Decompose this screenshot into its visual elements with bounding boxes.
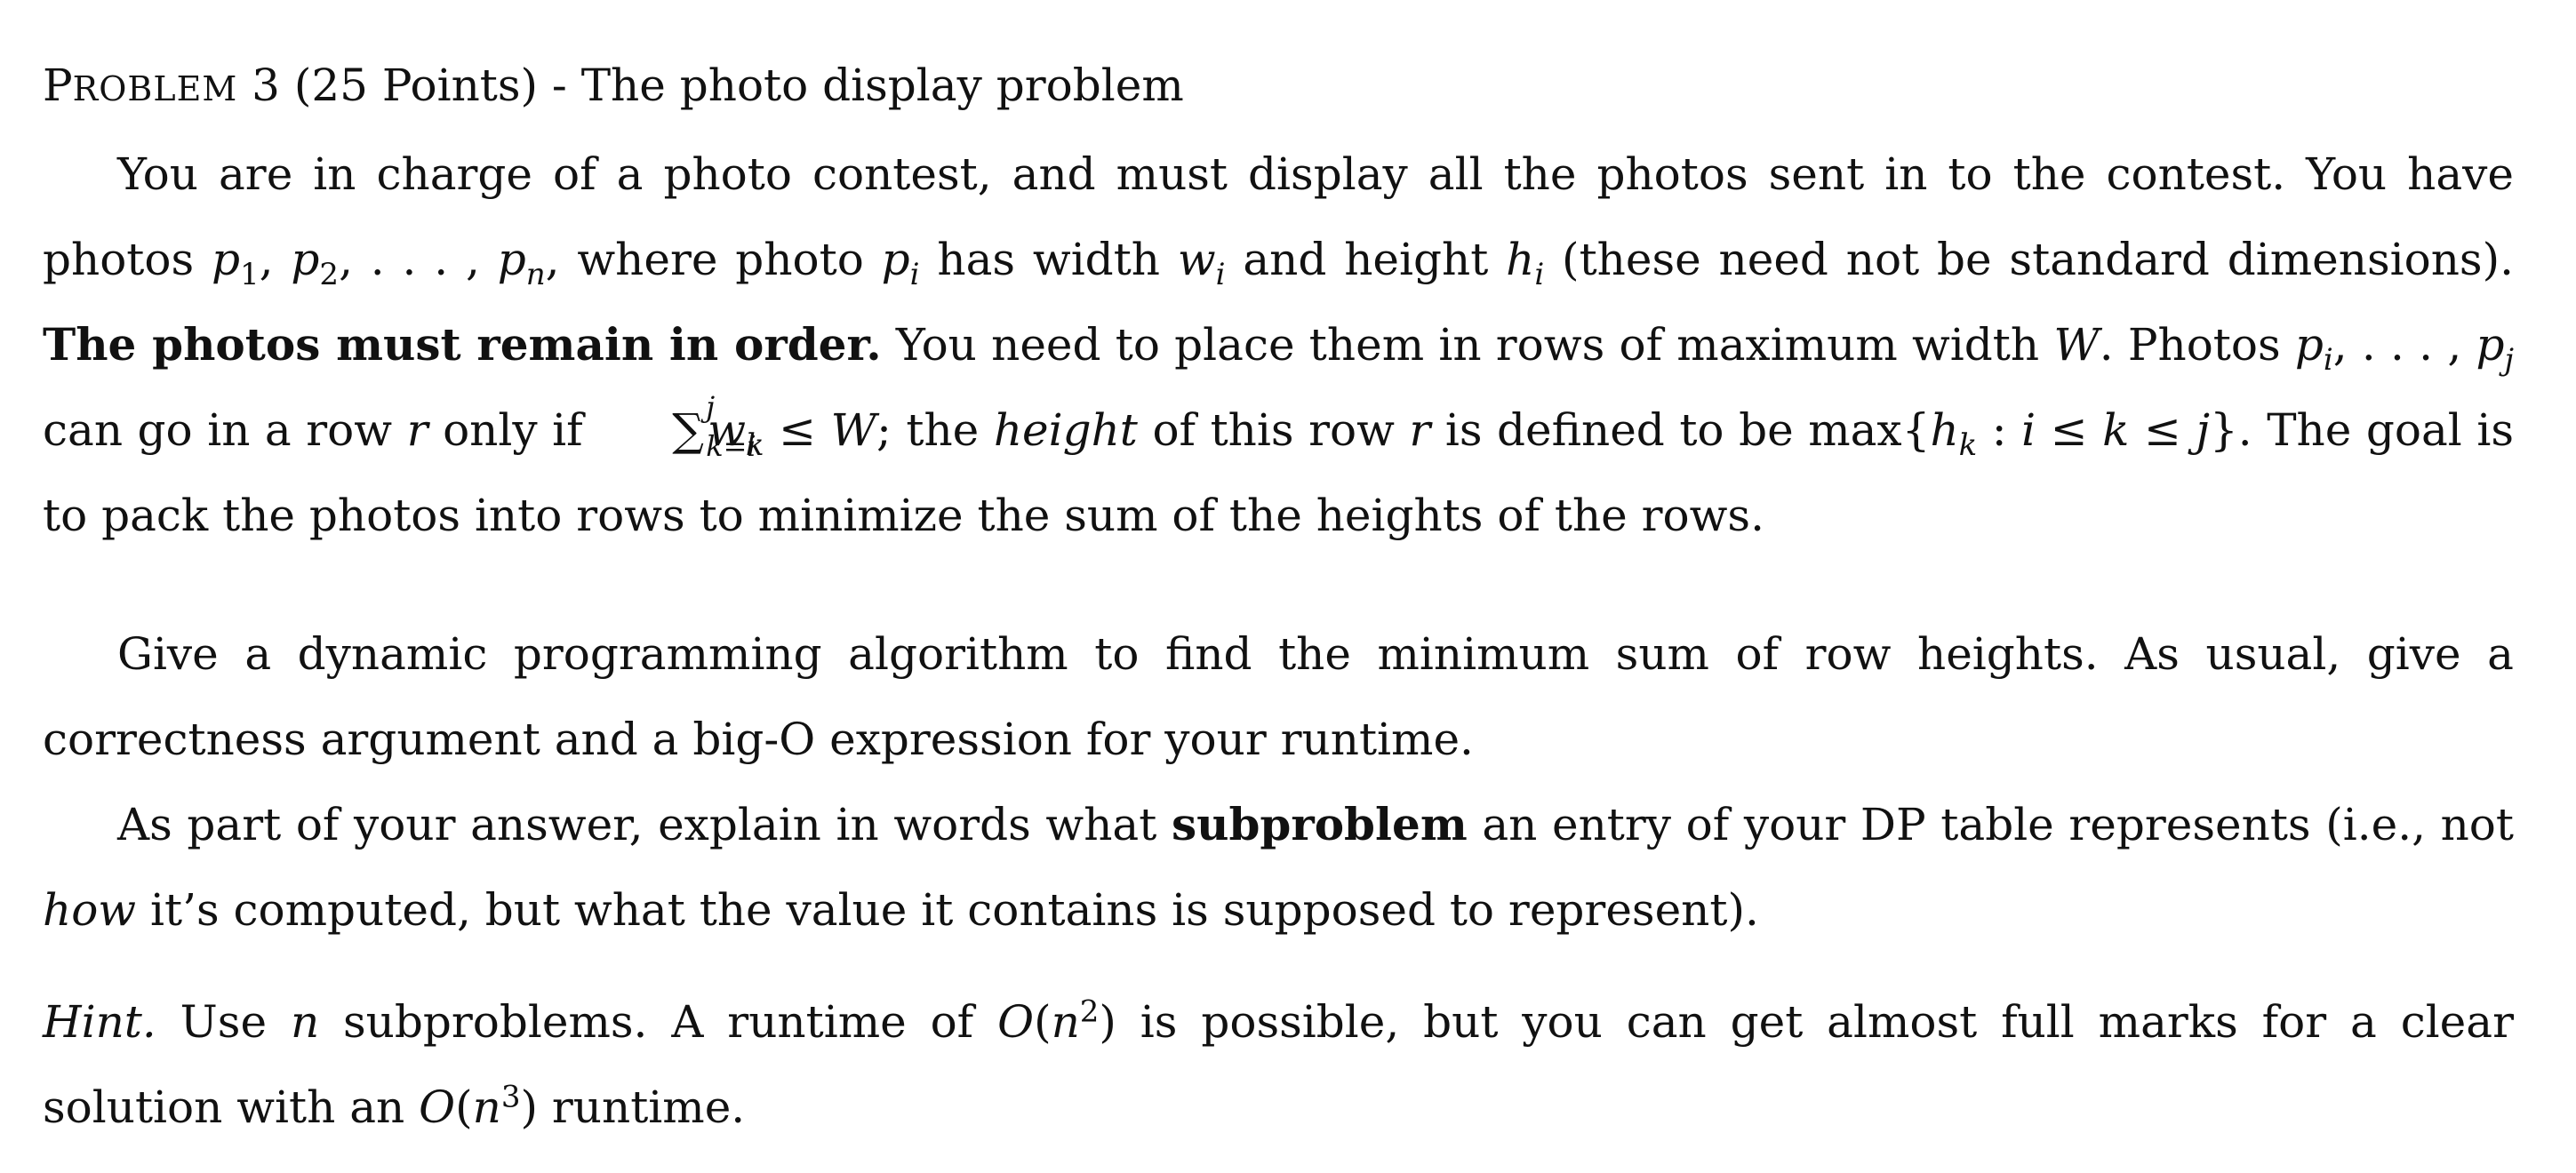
paragraph-hint: Hint. Use n subproblems. A runtime of O(… — [43, 979, 2514, 1150]
math-wi: wi — [1177, 234, 1226, 292]
math-O-n3: O(n3) — [419, 1079, 538, 1133]
text: has width — [919, 234, 1178, 285]
text: . Photos — [2099, 319, 2295, 371]
math-O-n2: O(n2) — [997, 993, 1116, 1048]
math-r: r — [1409, 404, 1431, 456]
text: is defined to be max{ — [1430, 404, 1931, 456]
text: and height — [1225, 234, 1507, 285]
italic-how: how — [43, 884, 137, 936]
math-sum-constraint: ∑ j k=i wk ≤ W — [597, 390, 876, 463]
bold-subproblem: subproblem — [1171, 798, 1468, 850]
text: Use — [156, 996, 291, 1048]
math-pi: pi — [881, 234, 920, 292]
title-rest: 3 (25 Points) - The photo display proble… — [237, 60, 1184, 111]
math-W: W — [2053, 319, 2100, 371]
bold-order-requirement: The photos must remain in order. — [43, 318, 882, 371]
text: it’s computed, but what the value it con… — [136, 884, 1759, 936]
problem-statement: PROBLEM 3 (25 Points) - The photo displa… — [43, 43, 2514, 1150]
title-initial: P — [43, 60, 73, 111]
text: of this row — [1137, 404, 1410, 456]
text: subproblems. A runtime of — [319, 996, 998, 1048]
paragraph-subproblem: As part of your answer, explain in words… — [43, 782, 2514, 953]
sum-symbol: ∑ j k=i — [672, 390, 756, 463]
text: can go in a row — [43, 404, 407, 456]
text: only if — [428, 404, 598, 456]
text: , where photo — [545, 234, 882, 285]
math-pi-to-pj: pi, . . . , pj — [2294, 319, 2515, 378]
text: You need to place them in rows of maximu… — [881, 319, 2054, 371]
text: (these need not be standard dimensions). — [1544, 234, 2514, 285]
text: runtime. — [538, 1081, 746, 1133]
paragraph-task: Give a dynamic programming algorithm to … — [43, 628, 2514, 765]
problem-title: PROBLEM 3 (25 Points) - The photo displa… — [43, 43, 2514, 132]
paragraph-problem-description: You are in charge of a photo contest, an… — [43, 132, 2514, 558]
text: an entry of your DP table represents (i.… — [1467, 799, 2514, 850]
math-max-set: hk : i ≤ k ≤ j — [1930, 404, 2210, 463]
hint-label: Hint. — [43, 996, 156, 1048]
text: As part of your answer, explain in words… — [117, 799, 1172, 850]
math-photos-list: p1, p2, . . . , pn — [212, 234, 546, 292]
math-hi: hi — [1506, 234, 1545, 292]
text: ; the — [876, 404, 994, 456]
math-n: n — [290, 996, 320, 1048]
title-smallcaps: ROBLEM — [72, 69, 238, 108]
italic-height: height — [993, 404, 1138, 456]
math-r: r — [406, 404, 428, 456]
